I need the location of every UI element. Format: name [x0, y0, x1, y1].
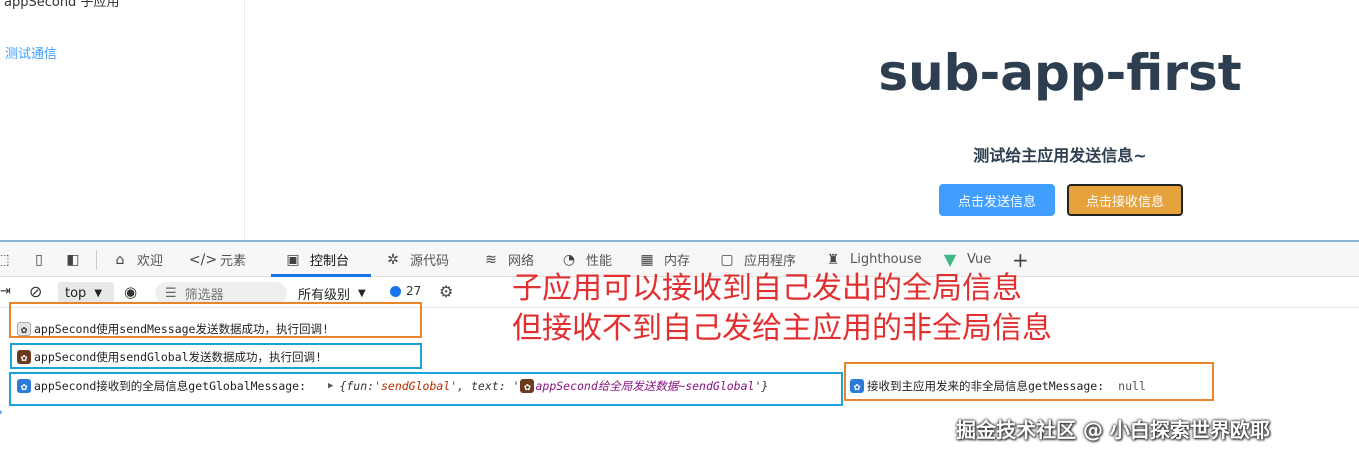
vue-icon: ▼ [943, 250, 957, 269]
filter-input[interactable]: ☰ 筛选器 [155, 282, 287, 304]
eye-icon[interactable]: ◉ [124, 283, 137, 301]
device-toggle-icon[interactable]: ▯ [30, 251, 48, 269]
wifi-icon: ≋ [485, 251, 497, 268]
sidebar-toggle-icon[interactable]: ⇥ [0, 284, 11, 299]
tab-console[interactable]: ▣ 控制台 [270, 242, 372, 277]
receive-message-button[interactable]: 点击接收信息 [1067, 184, 1183, 216]
chevron-down-icon: ▼ [94, 287, 103, 299]
gear-icon[interactable]: ⚙ [439, 282, 453, 301]
sub-app-viewport: appSecond 子应用 测试通信 sub-app-first 测试给主应用发… [0, 0, 1359, 242]
nav-title: appSecond 子应用 [4, 0, 120, 10]
page-title: sub-app-first [878, 44, 1242, 102]
highlight-box-row3 [9, 372, 843, 406]
filter-icon: ☰ [165, 285, 177, 301]
code-icon: </> [188, 251, 218, 268]
left-nav: appSecond 子应用 测试通信 [0, 0, 245, 242]
watermark: 掘金技术社区 @ 小白探索世界欧耶 [956, 418, 1270, 442]
annotation-text: 子应用可以接收到自己发出的全局信息 但接收不到自己发给主应用的非全局信息 [512, 271, 1052, 346]
console-prompt-icon[interactable]: › [0, 405, 3, 419]
tab-welcome[interactable]: ⌂ 欢迎 [110, 242, 163, 277]
bug-icon: ✲ [387, 251, 399, 268]
inspect-icon[interactable]: ⬚ [0, 251, 12, 269]
page-subtitle: 测试给主应用发送信息~ [973, 146, 1147, 165]
tab-sources[interactable]: ✲ 源代码 [383, 242, 449, 277]
nav-link-test-communication[interactable]: 测试通信 [5, 43, 57, 62]
highlight-box-row4 [844, 362, 1214, 401]
chevron-down-icon: ▼ [358, 288, 366, 299]
dock-sidebar-icon[interactable]: ◧ [64, 251, 82, 269]
issues-icon [390, 285, 401, 297]
chip-icon: ▦ [640, 251, 654, 268]
lighthouse-icon: ♜ [826, 251, 840, 268]
issues-counter[interactable]: 27 [390, 284, 421, 298]
send-message-button[interactable]: 点击发送信息 [939, 184, 1055, 216]
tab-elements[interactable]: </> 元素 [188, 242, 246, 277]
app-icon: ▢ [720, 251, 734, 268]
highlight-box-row1 [9, 302, 422, 338]
gauge-icon: ◔ [562, 251, 576, 268]
highlight-box-row2 [10, 343, 422, 369]
log-level-select[interactable]: 所有级别 ▼ [298, 284, 366, 303]
console-icon: ▣ [286, 251, 300, 268]
context-select[interactable]: top ▼ [58, 282, 114, 304]
clear-console-icon[interactable]: ⊘ [29, 282, 42, 301]
home-icon: ⌂ [115, 251, 125, 268]
